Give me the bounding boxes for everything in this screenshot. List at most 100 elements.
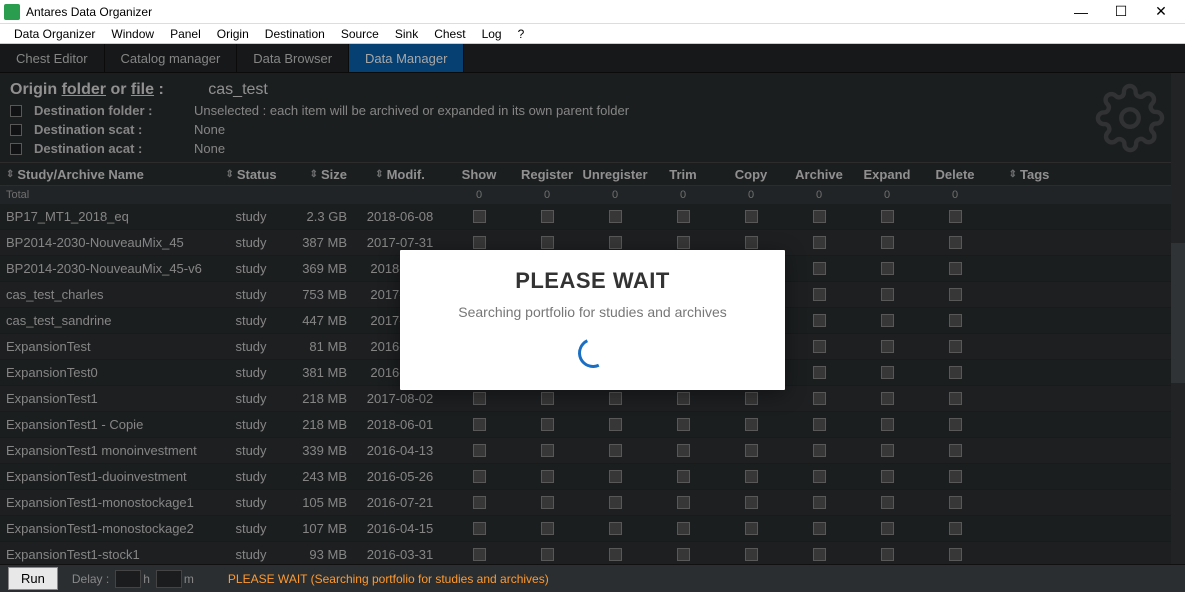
row-checkbox[interactable] xyxy=(813,548,826,561)
row-checkbox[interactable] xyxy=(541,470,554,483)
dest-acat-checkbox[interactable] xyxy=(10,143,22,155)
row-checkbox[interactable] xyxy=(949,236,962,249)
row-checkbox[interactable] xyxy=(813,340,826,353)
row-checkbox[interactable] xyxy=(609,548,622,561)
row-checkbox[interactable] xyxy=(813,236,826,249)
menu-source[interactable]: Source xyxy=(333,27,387,41)
row-checkbox[interactable] xyxy=(677,444,690,457)
row-checkbox[interactable] xyxy=(541,522,554,535)
row-checkbox[interactable] xyxy=(609,418,622,431)
row-checkbox[interactable] xyxy=(677,418,690,431)
row-checkbox[interactable] xyxy=(813,470,826,483)
col-name[interactable]: ⇕Study/Archive Name xyxy=(0,167,215,182)
dest-folder-checkbox[interactable] xyxy=(10,105,22,117)
row-checkbox[interactable] xyxy=(745,496,758,509)
row-checkbox[interactable] xyxy=(881,496,894,509)
scrollbar[interactable] xyxy=(1171,73,1185,564)
row-checkbox[interactable] xyxy=(881,470,894,483)
menu-sink[interactable]: Sink xyxy=(387,27,426,41)
row-checkbox[interactable] xyxy=(813,496,826,509)
row-checkbox[interactable] xyxy=(745,210,758,223)
row-checkbox[interactable] xyxy=(949,392,962,405)
col-size[interactable]: ⇕Size xyxy=(287,167,355,182)
row-checkbox[interactable] xyxy=(881,340,894,353)
row-checkbox[interactable] xyxy=(541,418,554,431)
menu-destination[interactable]: Destination xyxy=(257,27,333,41)
row-checkbox[interactable] xyxy=(541,210,554,223)
row-checkbox[interactable] xyxy=(745,470,758,483)
row-checkbox[interactable] xyxy=(541,392,554,405)
row-checkbox[interactable] xyxy=(949,314,962,327)
row-checkbox[interactable] xyxy=(745,522,758,535)
table-row[interactable]: ExpansionTest1 monoinvestmentstudy339 MB… xyxy=(0,438,1185,464)
table-row[interactable]: ExpansionTest1 - Copiestudy218 MB2018-06… xyxy=(0,412,1185,438)
row-checkbox[interactable] xyxy=(745,236,758,249)
row-checkbox[interactable] xyxy=(949,262,962,275)
row-checkbox[interactable] xyxy=(677,548,690,561)
close-button[interactable]: ✕ xyxy=(1141,0,1181,24)
row-checkbox[interactable] xyxy=(881,314,894,327)
row-checkbox[interactable] xyxy=(609,210,622,223)
delay-hours-input[interactable] xyxy=(115,570,141,588)
row-checkbox[interactable] xyxy=(949,210,962,223)
row-checkbox[interactable] xyxy=(813,314,826,327)
tab-data-browser[interactable]: Data Browser xyxy=(237,44,349,72)
row-checkbox[interactable] xyxy=(541,236,554,249)
row-checkbox[interactable] xyxy=(813,288,826,301)
menu-log[interactable]: Log xyxy=(474,27,510,41)
row-checkbox[interactable] xyxy=(881,522,894,535)
col-copy[interactable]: Copy xyxy=(717,167,785,182)
row-checkbox[interactable] xyxy=(677,522,690,535)
row-checkbox[interactable] xyxy=(473,522,486,535)
row-checkbox[interactable] xyxy=(949,418,962,431)
row-checkbox[interactable] xyxy=(745,392,758,405)
row-checkbox[interactable] xyxy=(745,444,758,457)
row-checkbox[interactable] xyxy=(881,444,894,457)
table-row[interactable]: ExpansionTest1-stock1study93 MB2016-03-3… xyxy=(0,542,1185,564)
col-tags[interactable]: ⇕Tags xyxy=(989,167,1069,182)
col-show[interactable]: Show xyxy=(445,167,513,182)
run-button[interactable]: Run xyxy=(8,567,58,590)
menu-window[interactable]: Window xyxy=(103,27,162,41)
row-checkbox[interactable] xyxy=(609,392,622,405)
row-checkbox[interactable] xyxy=(609,236,622,249)
row-checkbox[interactable] xyxy=(473,444,486,457)
row-checkbox[interactable] xyxy=(677,392,690,405)
row-checkbox[interactable] xyxy=(473,210,486,223)
row-checkbox[interactable] xyxy=(473,236,486,249)
row-checkbox[interactable] xyxy=(609,522,622,535)
table-row[interactable]: ExpansionTest1-duoinvestmentstudy243 MB2… xyxy=(0,464,1185,490)
menu-help[interactable]: ? xyxy=(510,27,533,41)
row-checkbox[interactable] xyxy=(881,366,894,379)
row-checkbox[interactable] xyxy=(813,418,826,431)
row-checkbox[interactable] xyxy=(677,470,690,483)
table-row[interactable]: BP17_MT1_2018_eqstudy2.3 GB2018-06-08 xyxy=(0,204,1185,230)
table-row[interactable]: ExpansionTest1-monostockage1study105 MB2… xyxy=(0,490,1185,516)
row-checkbox[interactable] xyxy=(609,444,622,457)
menu-panel[interactable]: Panel xyxy=(162,27,209,41)
minimize-button[interactable]: — xyxy=(1061,0,1101,24)
col-register[interactable]: Register xyxy=(513,167,581,182)
row-checkbox[interactable] xyxy=(949,288,962,301)
maximize-button[interactable]: ☐ xyxy=(1101,0,1141,24)
col-trim[interactable]: Trim xyxy=(649,167,717,182)
row-checkbox[interactable] xyxy=(949,496,962,509)
gear-icon[interactable] xyxy=(1095,83,1165,153)
col-expand[interactable]: Expand xyxy=(853,167,921,182)
row-checkbox[interactable] xyxy=(473,392,486,405)
row-checkbox[interactable] xyxy=(949,340,962,353)
row-checkbox[interactable] xyxy=(541,548,554,561)
col-archive[interactable]: Archive xyxy=(785,167,853,182)
row-checkbox[interactable] xyxy=(949,444,962,457)
tab-catalog-manager[interactable]: Catalog manager xyxy=(105,44,238,72)
delay-minutes-input[interactable] xyxy=(156,570,182,588)
row-checkbox[interactable] xyxy=(677,210,690,223)
row-checkbox[interactable] xyxy=(813,392,826,405)
row-checkbox[interactable] xyxy=(813,444,826,457)
row-checkbox[interactable] xyxy=(813,522,826,535)
col-unregister[interactable]: Unregister xyxy=(581,167,649,182)
table-row[interactable]: ExpansionTest1-monostockage2study107 MB2… xyxy=(0,516,1185,542)
row-checkbox[interactable] xyxy=(609,496,622,509)
dest-scat-checkbox[interactable] xyxy=(10,124,22,136)
row-checkbox[interactable] xyxy=(473,496,486,509)
